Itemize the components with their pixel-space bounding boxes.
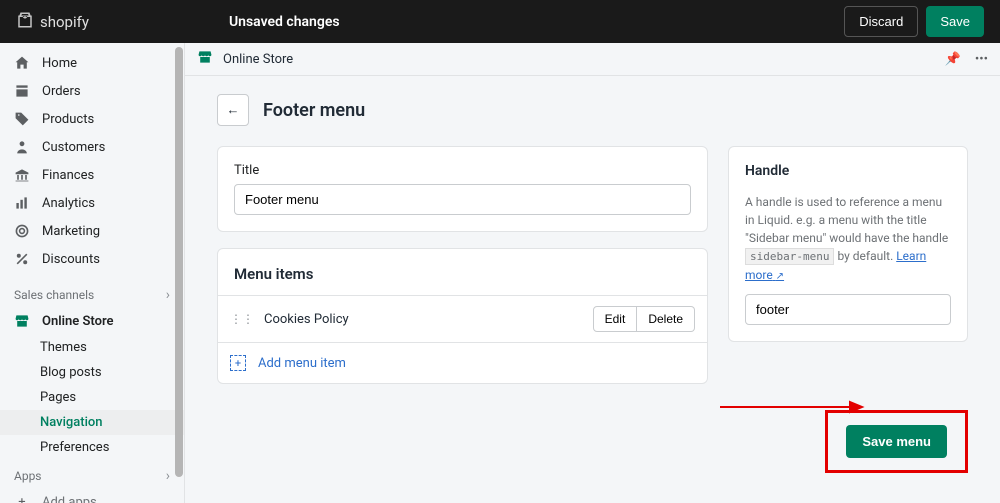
target-icon (14, 223, 30, 239)
subnav-preferences[interactable]: Preferences (0, 435, 184, 460)
orders-icon (14, 83, 30, 99)
delete-button[interactable]: Delete (637, 306, 695, 332)
save-menu-button[interactable]: Save menu (846, 425, 947, 458)
external-link-icon: ↗ (776, 271, 784, 282)
handle-input[interactable] (745, 294, 951, 325)
store-icon (14, 313, 30, 329)
handle-description: A handle is used to reference a menu in … (745, 193, 951, 284)
nav-home[interactable]: Home (0, 49, 184, 77)
unsaved-changes-label: Unsaved changes (229, 14, 340, 30)
nav-marketing[interactable]: Marketing (0, 217, 184, 245)
sales-channels-heading[interactable]: Sales channels › (0, 279, 184, 307)
nav-finances[interactable]: Finances (0, 161, 184, 189)
apps-heading[interactable]: Apps › (0, 460, 184, 488)
nav-orders[interactable]: Orders (0, 77, 184, 105)
save-button[interactable]: Save (926, 6, 984, 37)
add-menu-item-button[interactable]: + Add menu item (218, 342, 707, 383)
nav-discounts[interactable]: Discounts (0, 245, 184, 273)
nav-customers[interactable]: Customers (0, 133, 184, 161)
nav-products[interactable]: Products (0, 105, 184, 133)
menu-item-row: ⋮⋮ Cookies Policy Edit Delete (218, 295, 707, 342)
bank-icon (14, 167, 30, 183)
back-button[interactable]: ← (217, 94, 249, 126)
breadcrumb-label[interactable]: Online Store (223, 52, 293, 67)
store-icon (197, 49, 213, 69)
nav-add-apps[interactable]: + Add apps (0, 488, 184, 503)
sidebar: Home Orders Products Customers Finances … (0, 43, 185, 503)
chart-icon (14, 195, 30, 211)
nav-online-store[interactable]: Online Store (0, 307, 184, 335)
percent-icon (14, 251, 30, 267)
brand-name: shopify (40, 13, 89, 31)
chevron-right-icon: › (166, 468, 170, 484)
handle-heading: Handle (745, 163, 951, 179)
menu-items-card: Menu items ⋮⋮ Cookies Policy Edit Delete… (217, 248, 708, 384)
more-icon[interactable]: ••• (975, 52, 988, 67)
brand-logo[interactable]: shopify (16, 10, 89, 34)
sidebar-scrollbar[interactable] (174, 47, 184, 503)
title-input[interactable] (234, 184, 691, 215)
home-icon (14, 55, 30, 71)
drag-handle-icon[interactable]: ⋮⋮ (230, 312, 254, 326)
subnav-navigation[interactable]: Navigation (0, 410, 184, 435)
chevron-right-icon: › (166, 287, 170, 303)
person-icon (14, 139, 30, 155)
subnav-pages[interactable]: Pages (0, 385, 184, 410)
discard-button[interactable]: Discard (844, 6, 918, 37)
subnav-blog-posts[interactable]: Blog posts (0, 360, 184, 385)
arrow-left-icon: ← (227, 102, 240, 118)
page-title: Footer menu (263, 100, 365, 121)
shopify-bag-icon (16, 10, 34, 34)
title-label: Title (234, 163, 691, 178)
menu-item-label: Cookies Policy (264, 312, 583, 327)
menu-items-heading: Menu items (218, 249, 707, 295)
pin-icon[interactable]: 📌 (945, 52, 961, 67)
plus-dashed-icon: + (230, 355, 246, 371)
subnav-themes[interactable]: Themes (0, 335, 184, 360)
breadcrumb: Online Store 📌 ••• (185, 43, 1000, 76)
plus-icon: + (14, 494, 30, 503)
title-card: Title (217, 146, 708, 232)
edit-button[interactable]: Edit (593, 306, 638, 332)
nav-analytics[interactable]: Analytics (0, 189, 184, 217)
handle-card: Handle A handle is used to reference a m… (728, 146, 968, 342)
tag-icon (14, 111, 30, 127)
